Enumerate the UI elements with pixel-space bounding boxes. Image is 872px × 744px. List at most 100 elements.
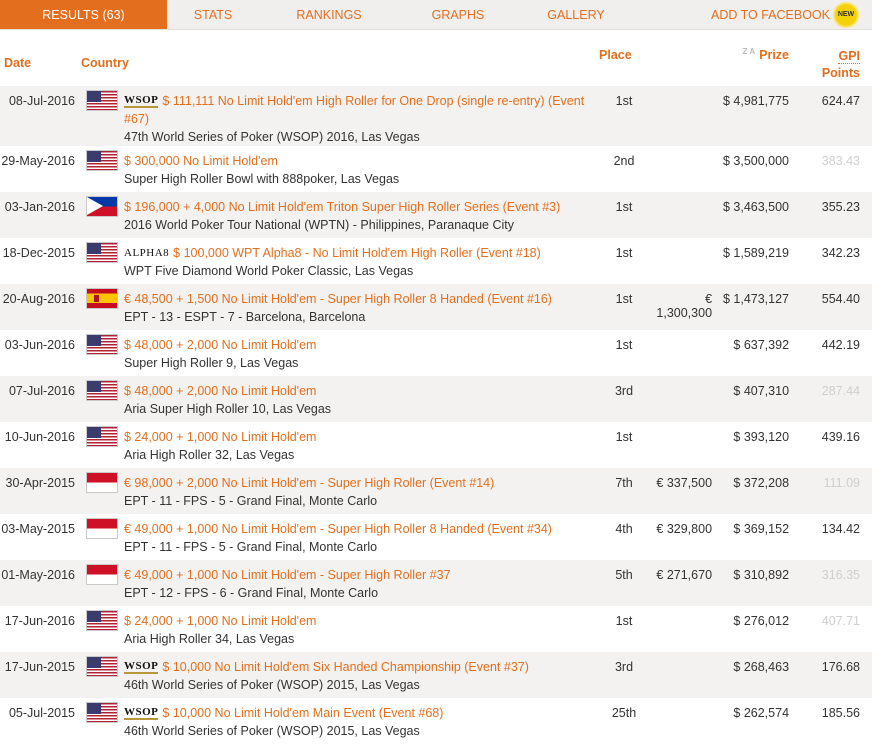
column-header-date[interactable]: Date: [0, 30, 81, 86]
result-prize: $ 372,208: [733, 476, 790, 490]
country-cell: [81, 86, 124, 146]
result-prize: $ 3,463,500: [722, 200, 790, 214]
result-prize: $ 1,473,127: [722, 292, 790, 306]
country-cell: [81, 606, 124, 652]
result-prize: $ 276,012: [733, 614, 790, 628]
table-row: 03-May-2015 € 49,000 + 1,000 No Limit Hol…: [0, 514, 872, 560]
event-series: Super High Roller Bowl with 888poker, La…: [124, 172, 400, 186]
result-gpi-points: 316.35: [821, 568, 861, 582]
table-row: 01-May-2016 € 49,000 + 1,000 No Limit Hol…: [0, 560, 872, 606]
tab-gallery[interactable]: GALLERY: [517, 0, 635, 29]
add-to-facebook-link[interactable]: ADD TO FACEBOOK NEW: [635, 0, 872, 29]
event-cell: € 98,000 + 2,000 No Limit Hold'em - Supe…: [124, 468, 599, 514]
event-cell: $ 300,000 No Limit Hold'em Super High Rol…: [124, 146, 599, 192]
us-flag-icon: [86, 150, 118, 171]
result-local-prize: [649, 86, 720, 146]
result-gpi-points: 439.16: [821, 430, 861, 444]
result-prize: $ 369,152: [733, 522, 790, 536]
event-series: Aria Super High Roller 10, Las Vegas: [124, 402, 332, 416]
tab-stats[interactable]: STATS: [167, 0, 259, 29]
result-prize: $ 262,574: [733, 706, 790, 720]
mc-flag-icon: [86, 518, 118, 539]
result-local-prize: [649, 698, 720, 744]
es-flag-icon: [86, 288, 118, 309]
event-title-link[interactable]: $ 24,000 + 1,000 No Limit Hold'em: [124, 430, 316, 444]
country-cell: [81, 284, 124, 330]
event-cell: WSOP $ 10,000 No Limit Hold'em Main Event…: [124, 698, 599, 744]
event-series: 2016 World Poker Tour National (WPTN) - …: [124, 218, 514, 232]
event-series: EPT - 12 - FPS - 6 - Grand Final, Monte …: [124, 586, 379, 600]
ph-flag-icon: [86, 196, 118, 217]
tab-rankings[interactable]: RANKINGS: [259, 0, 399, 29]
column-header-gpi-points[interactable]: GPI Points: [802, 30, 872, 86]
event-series: EPT - 11 - FPS - 5 - Grand Final, Monte …: [124, 494, 378, 508]
event-title-link[interactable]: € 98,000 + 2,000 No Limit Hold'em - Supe…: [124, 476, 494, 490]
result-local-prize: € 329,800: [656, 522, 713, 536]
result-local-prize: [649, 146, 720, 192]
result-gpi-points: 111.09: [823, 476, 861, 490]
result-date: 30-Apr-2015: [5, 476, 76, 490]
result-date: 29-May-2016: [1, 154, 75, 168]
event-series: Aria High Roller 32, Las Vegas: [124, 448, 295, 462]
gpi-header-line1: GPI: [838, 49, 861, 64]
column-header-prize[interactable]: Z A Prize: [720, 30, 802, 86]
table-row: 03-Jun-2016 $ 48,000 + 2,000 No Limit Hol…: [0, 330, 872, 376]
results-tabs: RESULTS (63) STATS RANKINGS GRAPHS GALLE…: [0, 0, 872, 30]
country-cell: [81, 192, 124, 238]
result-prize: $ 310,892: [733, 568, 790, 582]
table-row: 20-Aug-2016 € 48,500 + 1,500 No Limit Hol…: [0, 284, 872, 330]
tab-results[interactable]: RESULTS (63): [0, 0, 167, 29]
result-date: 10-Jun-2016: [4, 430, 75, 444]
event-title-link[interactable]: € 49,000 + 1,000 No Limit Hold'em - Supe…: [124, 522, 552, 536]
tab-graphs[interactable]: GRAPHS: [399, 0, 517, 29]
result-prize: $ 637,392: [733, 338, 790, 352]
table-row: 18-Dec-2015 ALPHA8 $ 100,000 WPT Alpha8 - …: [0, 238, 872, 284]
event-title-link[interactable]: $ 48,000 + 2,000 No Limit Hold'em: [124, 338, 316, 352]
country-cell: [81, 422, 124, 468]
event-series: WPT Five Diamond World Poker Classic, La…: [124, 264, 414, 278]
table-header: Date Country Place Z A Prize GPI Points: [0, 30, 872, 86]
event-title-link[interactable]: € 48,500 + 1,500 No Limit Hold'em - Supe…: [124, 292, 552, 306]
event-title-link[interactable]: $ 111,111 No Limit Hold'em High Roller f…: [124, 94, 584, 126]
country-cell: [81, 146, 124, 192]
result-place: 1st: [615, 200, 633, 214]
us-flag-icon: [86, 90, 118, 111]
result-gpi-points: 185.56: [821, 706, 861, 720]
result-place: 3rd: [614, 384, 634, 398]
table-row: 30-Apr-2015 € 98,000 + 2,000 No Limit Hol…: [0, 468, 872, 514]
result-prize: $ 393,120: [733, 430, 790, 444]
event-series: EPT - 11 - FPS - 5 - Grand Final, Monte …: [124, 540, 378, 554]
event-cell: € 49,000 + 1,000 No Limit Hold'em - Supe…: [124, 514, 599, 560]
result-date: 17-Jun-2016: [4, 614, 75, 628]
result-gpi-points: 134.42: [821, 522, 861, 536]
table-row: 05-Jul-2015 WSOP $ 10,000 No Limit Hold'em…: [0, 698, 872, 744]
event-series: 47th World Series of Poker (WSOP) 2016, …: [124, 130, 420, 144]
us-flag-icon: [86, 610, 118, 631]
event-title-link[interactable]: $ 10,000 No Limit Hold'em Six Handed Cha…: [162, 660, 528, 674]
wsop-logo: WSOP: [124, 660, 159, 674]
event-cell: WSOP $ 10,000 No Limit Hold'em Six Handed…: [124, 652, 599, 698]
event-cell: $ 48,000 + 2,000 No Limit Hold'em Aria Su…: [124, 376, 599, 422]
event-series: EPT - 13 - ESPT - 7 - Barcelona, Barcelo…: [124, 310, 366, 324]
event-title-link[interactable]: € 49,000 + 1,000 No Limit Hold'em - Supe…: [124, 568, 451, 582]
result-local-prize: [649, 192, 720, 238]
column-header-country[interactable]: Country: [81, 30, 599, 86]
table-row: 17-Jun-2015 WSOP $ 10,000 No Limit Hold'em…: [0, 652, 872, 698]
result-gpi-points: 624.47: [821, 94, 861, 108]
event-title-link[interactable]: $ 196,000 + 4,000 No Limit Hold'em Trito…: [124, 200, 560, 214]
country-cell: [81, 330, 124, 376]
event-title-link[interactable]: $ 48,000 + 2,000 No Limit Hold'em: [124, 384, 316, 398]
result-prize: $ 407,310: [733, 384, 790, 398]
event-title-link[interactable]: $ 300,000 No Limit Hold'em: [124, 154, 278, 168]
column-header-place[interactable]: Place: [599, 30, 649, 86]
event-title-link[interactable]: $ 10,000 No Limit Hold'em Main Event (Ev…: [162, 706, 443, 720]
sort-az-icon: Z A: [742, 47, 756, 56]
event-title-link[interactable]: $ 24,000 + 1,000 No Limit Hold'em: [124, 614, 316, 628]
event-title-link[interactable]: $ 100,000 WPT Alpha8 - No Limit Hold'em …: [173, 246, 541, 260]
event-cell: WSOP $ 111,111 No Limit Hold'em High Roll…: [124, 86, 599, 146]
add-to-facebook-label: ADD TO FACEBOOK: [710, 7, 830, 22]
result-date: 07-Jul-2016: [8, 384, 75, 398]
result-place: 25th: [611, 706, 637, 720]
result-local-prize: [649, 330, 720, 376]
result-date: 03-May-2015: [1, 522, 75, 536]
